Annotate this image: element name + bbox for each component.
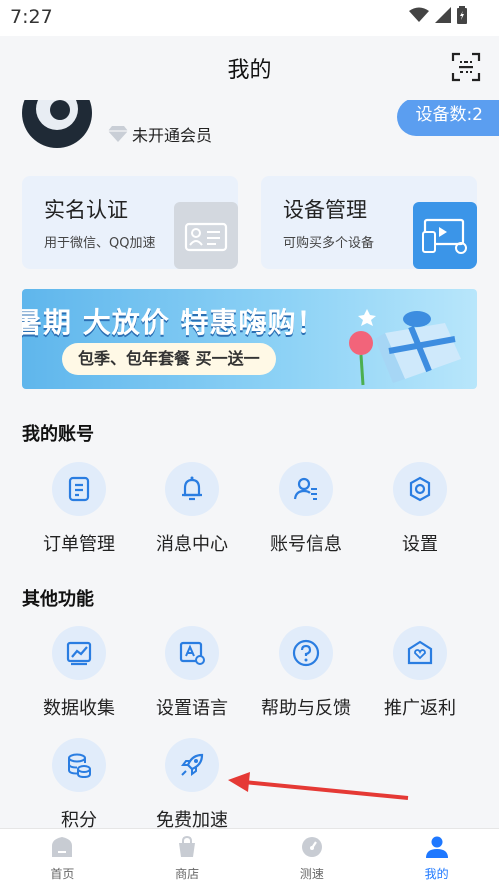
grid-label: 设置 — [402, 534, 438, 555]
help-icon — [292, 639, 320, 667]
device-manage-card[interactable]: 设备管理 可购买多个设备 — [261, 176, 477, 269]
account-info-button[interactable]: 账号信息 — [256, 462, 356, 556]
help-feedback-button[interactable]: 帮助与反馈 — [256, 626, 356, 720]
set-language-button[interactable]: 设置语言 — [142, 626, 242, 720]
speedometer-icon — [301, 837, 322, 857]
grid-label: 数据收集 — [43, 698, 115, 719]
card-subtitle: 用于微信、QQ加速 — [44, 236, 156, 251]
points-icon — [68, 753, 91, 779]
grid-label: 推广返利 — [384, 698, 456, 719]
order-icon — [68, 476, 90, 502]
grid-label: 账号信息 — [270, 534, 342, 555]
battery-icon — [457, 6, 467, 24]
rocket-icon — [181, 753, 204, 776]
chart-icon — [66, 641, 92, 666]
banner-pill: 包季、包年套餐 买一送一 — [62, 343, 276, 375]
tab-label: 我的 — [424, 867, 449, 881]
grid-label: 设置语言 — [156, 698, 228, 719]
grid-label: 积分 — [61, 810, 97, 828]
grid-label: 帮助与反馈 — [261, 698, 351, 719]
tab-label: 首页 — [50, 867, 75, 881]
section-title-other-features: 其他功能 — [22, 589, 94, 610]
store-icon — [179, 835, 196, 857]
real-name-card[interactable]: 实名认证 用于微信、QQ加速 — [22, 176, 238, 269]
profile-icon — [425, 836, 448, 858]
account-icon — [293, 477, 317, 500]
tab-label: 商店 — [175, 867, 200, 881]
main-content[interactable]: 未开通会员 设备数:2 实名认证 用于微信、QQ加速 设备管理 可购买多个设备 … — [0, 100, 499, 828]
card-title: 设备管理 — [283, 198, 367, 222]
page-title: 我的 — [227, 58, 272, 83]
device-manage-icon — [413, 202, 477, 269]
home-icon — [52, 837, 73, 857]
status-bar: 7:27 — [0, 0, 499, 36]
promo-rebate-button[interactable]: 推广返利 — [370, 626, 470, 720]
free-boost-button[interactable]: 免费加速 — [142, 738, 242, 828]
bottom-tab-bar: 首页 商店 测速 我的 — [0, 828, 499, 887]
message-center-button[interactable]: 消息中心 — [142, 462, 242, 556]
status-time: 7:27 — [10, 6, 53, 28]
order-manage-button[interactable]: 订单管理 — [29, 462, 129, 556]
page-header: 我的 — [0, 36, 499, 100]
tab-home[interactable]: 首页 — [0, 829, 125, 887]
grid-label: 订单管理 — [43, 534, 115, 555]
promo-icon — [407, 640, 433, 665]
settings-icon — [409, 476, 431, 502]
promo-banner[interactable]: 暑期 大放价 特惠嗨购！ 包季、包年套餐 买一送一 — [22, 289, 477, 389]
card-title: 实名认证 — [44, 198, 128, 222]
language-icon — [179, 641, 205, 665]
vip-label: 未开通会员 — [132, 126, 213, 145]
grid-label: 消息中心 — [156, 534, 228, 555]
banner-headline: 暑期 大放价 特惠嗨购！ — [22, 306, 326, 339]
tab-profile[interactable]: 我的 — [374, 829, 499, 887]
device-count-badge[interactable]: 设备数:2 — [397, 100, 499, 136]
tab-label: 测速 — [299, 867, 324, 881]
wifi-icon — [409, 7, 429, 22]
data-collection-button[interactable]: 数据收集 — [29, 626, 129, 720]
status-icons — [409, 6, 467, 24]
gift-box-icon — [349, 309, 461, 386]
grid-label: 免费加速 — [156, 810, 228, 828]
tab-speedtest[interactable]: 测速 — [250, 829, 375, 887]
avatar[interactable] — [22, 100, 92, 148]
settings-button[interactable]: 设置 — [370, 462, 470, 556]
bell-icon — [182, 476, 202, 501]
vip-status[interactable]: 未开通会员 — [108, 122, 212, 146]
points-button[interactable]: 积分 — [29, 738, 129, 828]
id-card-icon — [174, 202, 238, 269]
card-subtitle: 可购买多个设备 — [283, 236, 375, 251]
tab-store[interactable]: 商店 — [125, 829, 250, 887]
diamond-icon — [108, 126, 128, 142]
scan-icon[interactable] — [451, 52, 481, 82]
signal-icon — [435, 7, 451, 23]
section-title-my-account: 我的账号 — [22, 424, 94, 445]
